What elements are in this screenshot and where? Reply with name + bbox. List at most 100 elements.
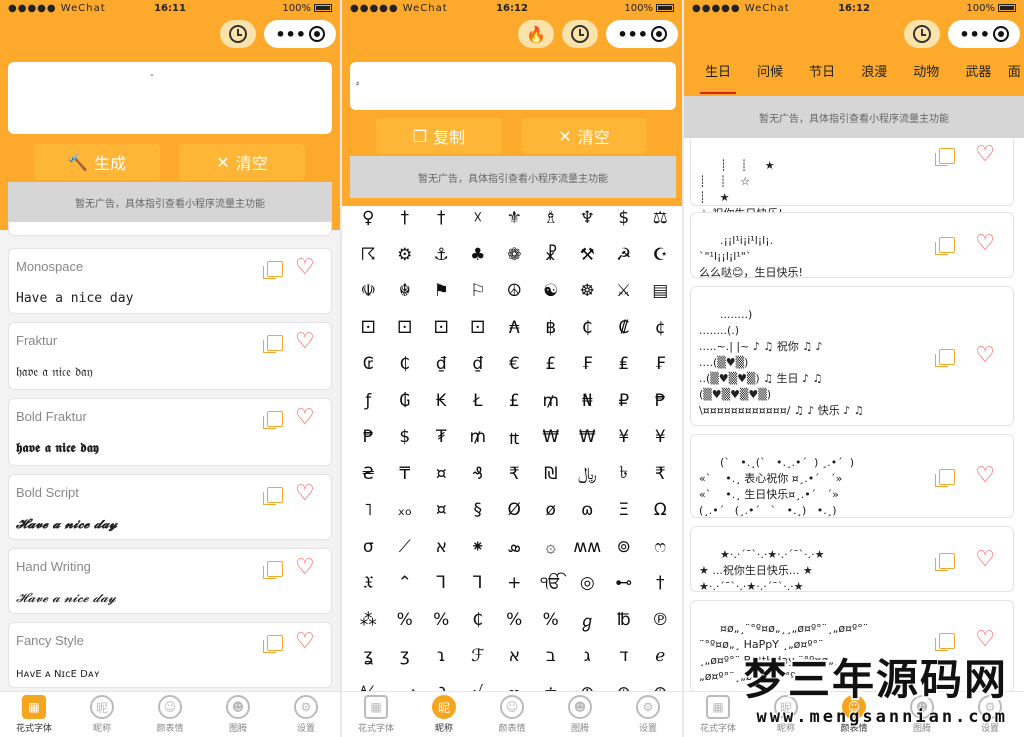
- font-card[interactable]: Monospace Have a nice day ♡: [8, 248, 332, 314]
- tab-birthday[interactable]: 生日: [692, 50, 744, 96]
- symbol-cell[interactable]: ₴: [350, 456, 387, 493]
- symbol-cell[interactable]: ₱: [642, 383, 679, 420]
- font-card[interactable]: Bold Fraktur 𝖍𝖆𝖛𝖊 𝖆 𝖓𝖎𝖈𝖊 𝖉𝖆𝖞 ♡: [8, 398, 332, 466]
- tab-settings[interactable]: ⚙ 设置: [618, 695, 678, 734]
- symbol-cell[interactable]: ⊚: [606, 529, 643, 566]
- symbol-cell[interactable]: ¥: [642, 419, 679, 456]
- symbol-cell[interactable]: Ꞁ: [460, 565, 497, 602]
- symbol-cell[interactable]: ☧: [533, 237, 570, 274]
- menu-capsule[interactable]: •••: [948, 20, 1020, 48]
- tab-totem[interactable]: ☻ 图腾: [208, 695, 268, 734]
- symbol-cell[interactable]: ◎: [569, 565, 606, 602]
- tab-fancy-font[interactable]: ▦ 花式字体: [4, 695, 64, 734]
- symbol-cell[interactable]: ד: [606, 638, 643, 675]
- symbol-cell[interactable]: €: [496, 346, 533, 383]
- heart-icon[interactable]: ♡: [295, 631, 315, 653]
- symbol-cell[interactable]: ₸: [387, 456, 424, 493]
- symbol-cell[interactable]: א: [496, 638, 533, 675]
- symbol-cell[interactable]: ₽: [606, 383, 643, 420]
- symbol-cell[interactable]: ₹: [496, 456, 533, 493]
- symbol-cell[interactable]: ₲: [387, 383, 424, 420]
- symbol-cell[interactable]: ☮: [496, 273, 533, 310]
- symbol-cell[interactable]: ℊ: [569, 602, 606, 639]
- symbol-cell[interactable]: ෆ: [642, 529, 679, 566]
- clear-button[interactable]: ✕ 清空: [179, 144, 305, 180]
- close-miniapp-icon[interactable]: [992, 26, 1009, 42]
- more-icon[interactable]: •••: [275, 25, 306, 44]
- symbol-cell[interactable]: ▤: [642, 273, 679, 310]
- symbol-cell[interactable]: ¢: [642, 310, 679, 347]
- symbol-cell[interactable]: ɷ: [569, 492, 606, 529]
- symbol-cell[interactable]: ₫: [460, 346, 497, 383]
- copy-button[interactable]: ❐ 复制: [376, 118, 502, 154]
- font-card[interactable]: Hand Writing 𝓗𝓪𝓿𝓮 𝓪 𝓷𝓲𝓬𝓮 𝓭𝓪𝔂 ♡: [8, 548, 332, 614]
- symbol-cell[interactable]: ₩: [569, 419, 606, 456]
- symbol-cell[interactable]: ₣: [642, 346, 679, 383]
- tab-romance[interactable]: 浪漫: [848, 50, 900, 96]
- symbol-cell[interactable]: ৳: [606, 456, 643, 493]
- symbol-cell[interactable]: Ø: [496, 492, 533, 529]
- copy-icon[interactable]: [263, 561, 283, 579]
- history-button[interactable]: [220, 20, 256, 48]
- symbol-cell[interactable]: ⚀: [460, 310, 497, 347]
- symbol-cell[interactable]: ฿: [533, 310, 570, 347]
- symbol-cell[interactable]: ₫: [423, 346, 460, 383]
- tab-greeting[interactable]: 问候: [744, 50, 796, 96]
- symbol-cell[interactable]: †: [642, 565, 679, 602]
- copy-icon[interactable]: [263, 411, 283, 429]
- symbol-cell[interactable]: Ł: [460, 383, 497, 420]
- close-miniapp-icon[interactable]: [650, 26, 667, 42]
- copy-icon[interactable]: [935, 469, 955, 487]
- symbol-cell[interactable]: ₭: [423, 383, 460, 420]
- symbol-cell[interactable]: %: [533, 602, 570, 639]
- heart-icon[interactable]: ♡: [295, 331, 315, 353]
- emoticon-card[interactable]: ┊ ┊ ★ ┊ ┊ ☆ ┊ ★ ☆ 祝你生日快乐! ♡: [690, 138, 1014, 220]
- symbol-cell[interactable]: Ω: [642, 492, 679, 529]
- symbol-cell[interactable]: †: [423, 200, 460, 237]
- menu-capsule[interactable]: •••: [606, 20, 678, 48]
- symbol-cell[interactable]: %: [423, 602, 460, 639]
- symbol-cell[interactable]: ⚐: [460, 273, 497, 310]
- heart-icon[interactable]: ♡: [975, 144, 995, 166]
- symbol-cell[interactable]: ⁂: [350, 602, 387, 639]
- symbol-cell[interactable]: ℯ: [642, 638, 679, 675]
- symbol-cell[interactable]: ₥: [460, 419, 497, 456]
- copy-icon[interactable]: [263, 635, 283, 653]
- copy-icon[interactable]: [935, 349, 955, 367]
- symbol-cell[interactable]: ₵: [569, 310, 606, 347]
- symbol-cell[interactable]: ☯: [533, 273, 570, 310]
- tab-settings[interactable]: ⚙ 设置: [276, 695, 336, 734]
- symbol-cell[interactable]: ♗: [533, 200, 570, 237]
- symbol-cell[interactable]: ₹: [642, 456, 679, 493]
- tab-face[interactable]: 面: [1004, 50, 1024, 96]
- symbol-cell[interactable]: ⚀: [350, 310, 387, 347]
- text-input[interactable]: -: [8, 62, 332, 134]
- tab-animal[interactable]: 动物: [900, 50, 952, 96]
- symbol-cell[interactable]: ⚒: [569, 237, 606, 274]
- tab-nickname[interactable]: 昵昵称: [72, 695, 132, 734]
- history-button[interactable]: [904, 20, 940, 48]
- symbol-cell[interactable]: ੴ: [533, 565, 570, 602]
- symbol-cell[interactable]: Ξ: [606, 492, 643, 529]
- text-input[interactable]: ⸗: [350, 62, 676, 110]
- hot-button[interactable]: 🔥: [518, 20, 554, 48]
- symbol-cell[interactable]: ø: [533, 492, 570, 529]
- symbol-cell[interactable]: ₳: [496, 310, 533, 347]
- symbol-cell[interactable]: ⚀: [423, 310, 460, 347]
- tab-totem[interactable]: ☻ 图腾: [550, 695, 610, 734]
- symbol-cell[interactable]: ₵: [387, 346, 424, 383]
- symbol-cell[interactable]: $: [606, 200, 643, 237]
- symbol-cell[interactable]: ℗: [642, 602, 679, 639]
- symbol-cell[interactable]: ¤: [423, 492, 460, 529]
- copy-icon[interactable]: [263, 487, 283, 505]
- symbol-cell[interactable]: ❁: [496, 237, 533, 274]
- generate-button[interactable]: 🔨 生成: [34, 144, 160, 180]
- symbol-cell[interactable]: ⊷: [606, 565, 643, 602]
- symbol-cell[interactable]: ₪: [533, 456, 570, 493]
- symbol-cell[interactable]: א: [423, 529, 460, 566]
- more-icon[interactable]: •••: [959, 25, 990, 44]
- tab-emoticon[interactable]: ☺ 颜表情: [482, 695, 542, 734]
- symbol-cell[interactable]: ɿ: [423, 638, 460, 675]
- symbol-cell[interactable]: ₱: [350, 419, 387, 456]
- tab-nickname[interactable]: 昵昵称: [414, 695, 474, 734]
